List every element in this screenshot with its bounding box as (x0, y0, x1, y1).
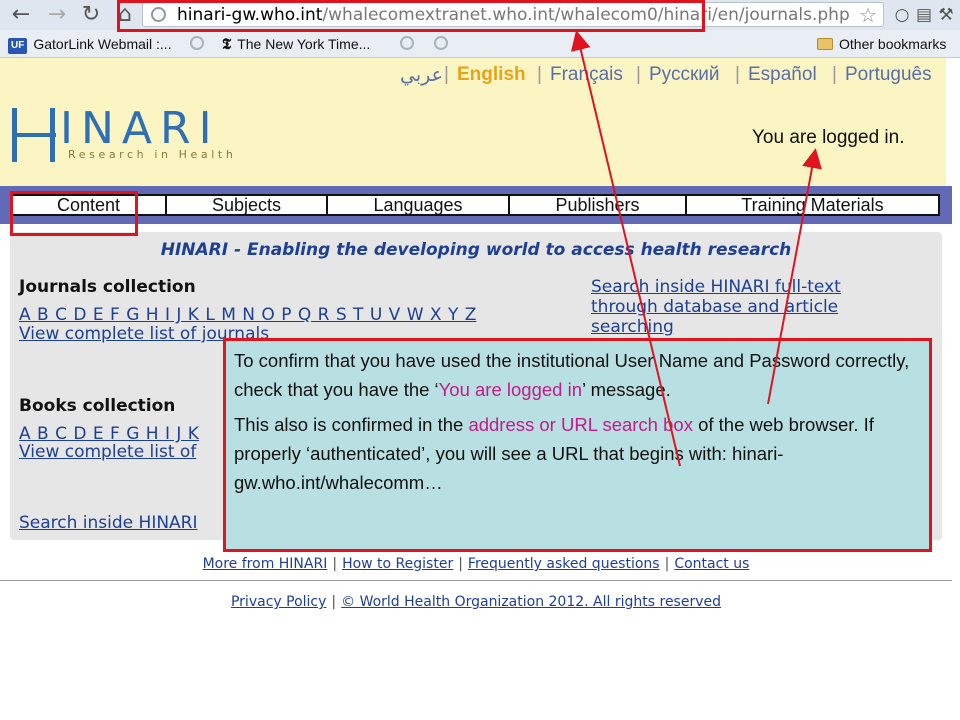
arrow-to-url (570, 30, 681, 467)
annotation-arrows (570, 30, 822, 467)
arrow-to-login-status (767, 148, 822, 405)
